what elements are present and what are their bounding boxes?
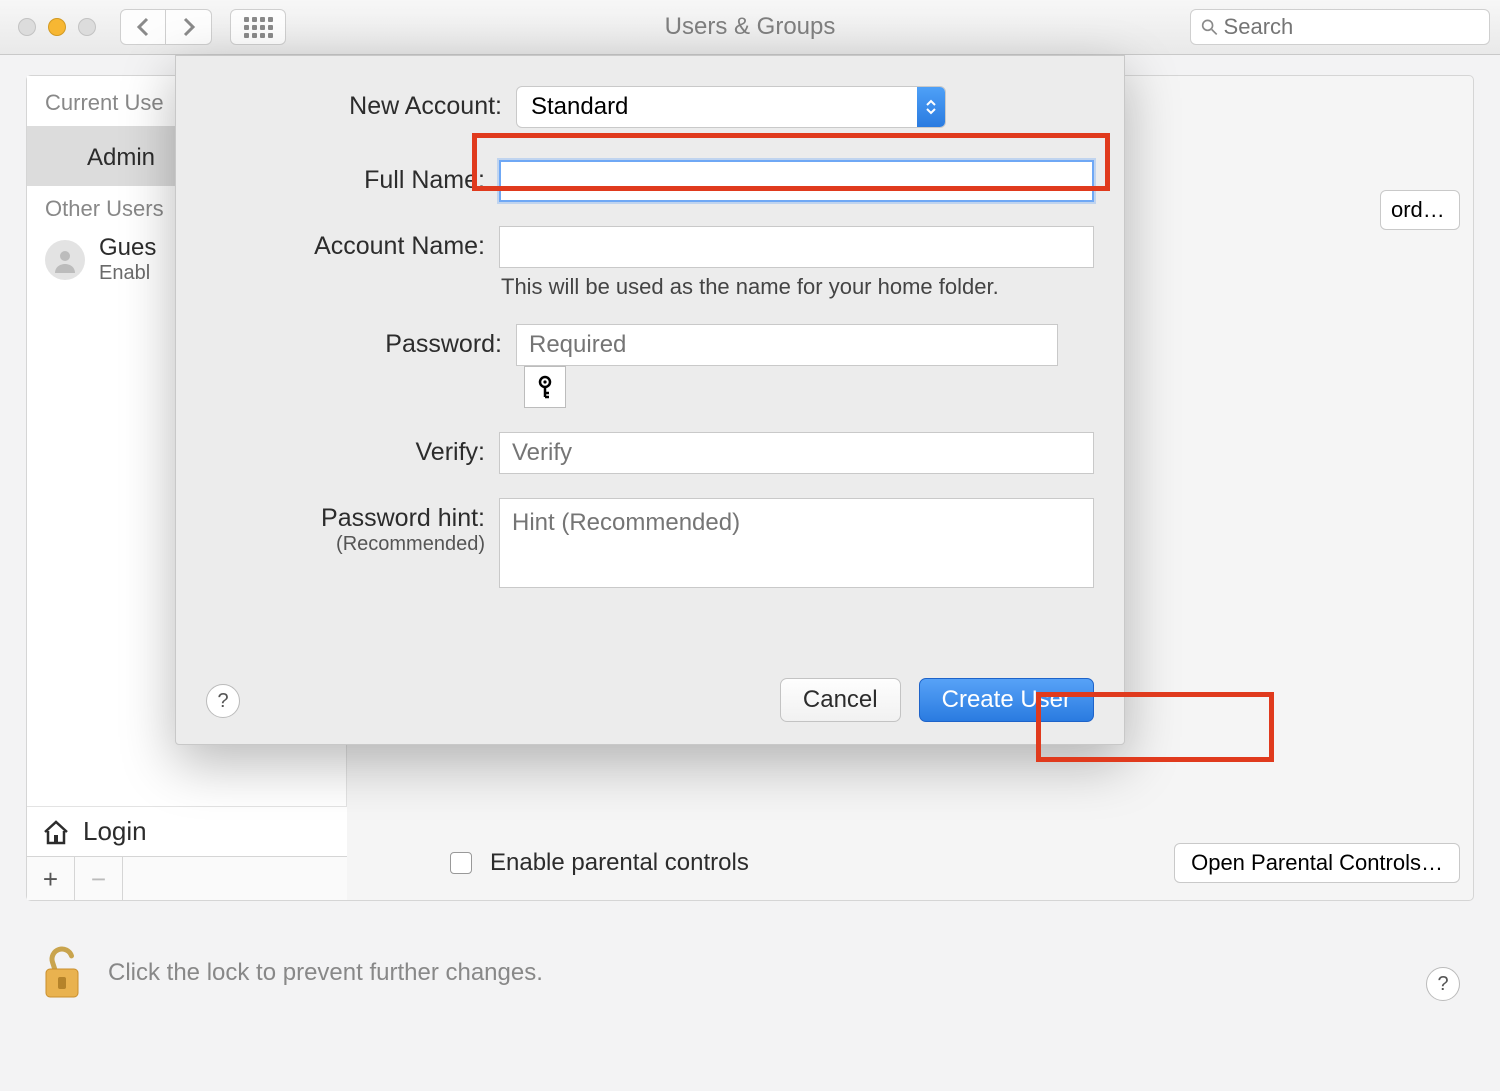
lock-text: Click the lock to prevent further change… (108, 959, 543, 987)
full-name-input[interactable] (499, 160, 1094, 202)
row-new-account: New Account: Standard (206, 86, 1094, 128)
sheet-buttons: Cancel Create User (780, 678, 1094, 722)
new-account-label: New Account: (206, 86, 516, 121)
verify-input[interactable] (499, 432, 1094, 474)
row-account-name: Account Name: This will be used as the n… (206, 226, 1094, 300)
traffic-lights (18, 18, 96, 36)
row-password: Password: (206, 324, 1094, 408)
change-password-button-peek[interactable]: ord… (1380, 190, 1460, 230)
chevron-left-icon (136, 17, 150, 37)
chevron-right-icon (182, 17, 196, 37)
password-label: Password: (206, 324, 516, 359)
back-button[interactable] (120, 9, 166, 45)
new-account-value: Standard (531, 93, 628, 121)
new-account-popup[interactable]: Standard (516, 86, 946, 128)
hint-sublabel: (Recommended) (206, 533, 485, 556)
password-assistant-button[interactable] (524, 366, 566, 408)
guest-name: Gues (99, 234, 156, 262)
forward-button[interactable] (166, 9, 212, 45)
login-options-label: Login (83, 816, 147, 847)
sheet-help-button[interactable]: ? (206, 684, 240, 718)
lock-row: Click the lock to prevent further change… (40, 945, 543, 1001)
titlebar: Users & Groups (0, 0, 1500, 55)
close-window-button[interactable] (18, 18, 36, 36)
password-input[interactable] (516, 324, 1058, 366)
hint-input[interactable] (499, 498, 1094, 588)
zoom-window-button[interactable] (78, 18, 96, 36)
new-user-sheet: New Account: Standard Full Name: Account… (175, 55, 1125, 745)
avatar-icon (45, 240, 85, 280)
search-input[interactable] (1224, 14, 1479, 40)
open-parental-controls-button[interactable]: Open Parental Controls… (1174, 843, 1460, 883)
hint-label: Password hint: (321, 504, 485, 532)
user-add-remove-bar: + − (27, 856, 347, 900)
search-icon (1201, 18, 1218, 36)
account-name-hint: This will be used as the name for your h… (501, 274, 1094, 300)
grid-icon (244, 17, 273, 38)
parental-controls-label: Enable parental controls (490, 849, 749, 877)
login-options[interactable]: Login (27, 806, 347, 856)
verify-label: Verify: (206, 432, 499, 467)
row-full-name: Full Name: (206, 160, 1094, 202)
row-hint: Password hint: (Recommended) (206, 498, 1094, 593)
create-user-button[interactable]: Create User (919, 678, 1094, 722)
nav-buttons (120, 9, 212, 45)
account-name-label: Account Name: (206, 226, 499, 261)
house-icon (41, 817, 71, 847)
remove-user-button: − (75, 857, 123, 901)
guest-status: Enabl (99, 262, 156, 285)
add-user-button[interactable]: + (27, 857, 75, 901)
enable-parental-controls-checkbox[interactable] (450, 852, 472, 874)
show-all-preferences-button[interactable] (230, 9, 286, 45)
key-icon (535, 375, 555, 399)
parental-controls-row: Enable parental controls Open Parental C… (390, 840, 1460, 886)
popup-arrows-icon (917, 87, 945, 127)
full-name-label: Full Name: (206, 160, 499, 195)
help-button[interactable]: ? (1426, 967, 1460, 1001)
minimize-window-button[interactable] (48, 18, 66, 36)
unlocked-padlock-icon[interactable] (40, 945, 84, 1001)
account-name-input[interactable] (499, 226, 1094, 268)
cancel-button[interactable]: Cancel (780, 678, 901, 722)
search-field[interactable] (1190, 9, 1490, 45)
row-verify: Verify: (206, 432, 1094, 474)
